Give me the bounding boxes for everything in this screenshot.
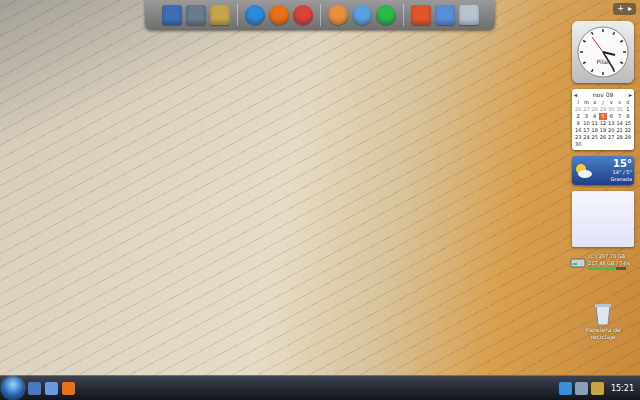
taskbar: 15:21 xyxy=(0,375,640,400)
calendar-day[interactable]: 30 xyxy=(574,141,582,148)
weather-gadget[interactable]: 15°14° / 5°Granada xyxy=(572,156,634,185)
weekday: d xyxy=(624,99,632,106)
drive-gadget[interactable]: (C:) 297.78 GB217.48 GB / 74% xyxy=(570,253,636,270)
drive-name: (C:) 297.78 GB xyxy=(588,253,630,260)
calendar-day[interactable]: 30 xyxy=(607,106,615,113)
start-button[interactable] xyxy=(2,377,24,399)
volume-icon[interactable] xyxy=(575,382,588,395)
city: Granada xyxy=(611,176,632,183)
app-icon[interactable] xyxy=(186,5,206,25)
app-icon[interactable] xyxy=(328,5,348,25)
calendar-day[interactable]: 29 xyxy=(624,134,632,141)
calendar-grid: lmxjvsd262728293031123456789101112131415… xyxy=(574,99,632,148)
calendar-month: nov 09 xyxy=(593,91,614,99)
clock-time[interactable]: 15:21 xyxy=(611,384,634,393)
prev-button[interactable]: ◂ xyxy=(574,91,577,99)
weekday: m xyxy=(582,99,590,106)
calendar-day[interactable]: 5 xyxy=(599,113,607,120)
weekday: j xyxy=(599,99,607,106)
show-desktop-icon[interactable] xyxy=(28,382,41,395)
tray-icon[interactable] xyxy=(591,382,604,395)
app-icon[interactable] xyxy=(459,5,479,25)
calendar-header: ◂ nov 09 ▸ xyxy=(574,91,632,99)
calendar-day[interactable]: 9 xyxy=(574,120,582,127)
calendar-day[interactable]: 28 xyxy=(591,106,599,113)
recycle-bin[interactable]: Papelera de reciclaje xyxy=(578,302,628,340)
calendar-day[interactable]: 18 xyxy=(591,127,599,134)
calendar-day[interactable]: 26 xyxy=(574,106,582,113)
drive-icon xyxy=(570,255,586,269)
calendar-day[interactable]: 28 xyxy=(615,134,623,141)
dock-divider xyxy=(237,4,238,26)
app-icon[interactable] xyxy=(293,5,313,25)
calendar-day[interactable]: 8 xyxy=(624,113,632,120)
calendar-day[interactable]: 22 xyxy=(624,127,632,134)
dock-divider xyxy=(320,4,321,26)
clock-gadget[interactable]: Pilar xyxy=(572,21,634,83)
calendar-day[interactable]: 29 xyxy=(599,106,607,113)
calendar-day[interactable]: 1 xyxy=(624,106,632,113)
browser-icon[interactable] xyxy=(62,382,75,395)
calendar-day[interactable]: 2 xyxy=(574,113,582,120)
drive-free: 217.48 GB / 74% xyxy=(588,260,630,267)
calendar-day[interactable]: 24 xyxy=(582,134,590,141)
temperature: 15° xyxy=(613,158,632,169)
weekday: s xyxy=(615,99,623,106)
network-icon[interactable] xyxy=(559,382,572,395)
app-icon[interactable] xyxy=(435,5,455,25)
calendar-day[interactable]: 13 xyxy=(607,120,615,127)
weekday: l xyxy=(574,99,582,106)
calendar-gadget[interactable]: ◂nov 09▸lmxjvsd2627282930311234567891011… xyxy=(572,89,634,150)
calendar-day[interactable]: 11 xyxy=(591,120,599,127)
recycle-bin-icon xyxy=(593,302,613,326)
app-icon[interactable] xyxy=(162,5,182,25)
drive-meter xyxy=(588,267,626,270)
calendar-day[interactable]: 31 xyxy=(615,106,623,113)
next-button[interactable]: ▸ xyxy=(629,91,632,99)
weekday: v xyxy=(607,99,615,106)
clock-icon xyxy=(576,25,630,79)
app-icon[interactable] xyxy=(411,5,431,25)
wallpaper-photo xyxy=(0,0,640,375)
sidebar-controls: +▸ xyxy=(613,3,636,15)
note-gadget[interactable] xyxy=(572,191,634,247)
clock-label: Pilar xyxy=(597,58,610,65)
sidebar-control[interactable]: + xyxy=(617,3,624,15)
calendar-day[interactable]: 14 xyxy=(615,120,623,127)
sidebar: +▸Pilar◂nov 09▸lmxjvsd262728293031123456… xyxy=(566,0,640,375)
sun-cloud-icon xyxy=(574,163,592,179)
calendar-day[interactable]: 26 xyxy=(599,134,607,141)
calendar-day[interactable]: 21 xyxy=(615,127,623,134)
calendar-day[interactable]: 17 xyxy=(582,127,590,134)
calendar-day[interactable]: 25 xyxy=(591,134,599,141)
calendar-day[interactable]: 15 xyxy=(624,120,632,127)
switch-windows-icon[interactable] xyxy=(45,382,58,395)
app-icon[interactable] xyxy=(352,5,372,25)
calendar-day[interactable]: 10 xyxy=(582,120,590,127)
recycle-bin-label: Papelera de reciclaje xyxy=(578,326,628,340)
system-tray: 15:21 xyxy=(559,382,634,395)
app-icon[interactable] xyxy=(245,5,265,25)
weekday: x xyxy=(591,99,599,106)
dock-divider xyxy=(403,4,404,26)
calendar-day[interactable]: 16 xyxy=(574,127,582,134)
app-icon[interactable] xyxy=(210,5,230,25)
calendar-day[interactable]: 3 xyxy=(582,113,590,120)
calendar-day[interactable]: 19 xyxy=(599,127,607,134)
calendar-day[interactable]: 23 xyxy=(574,134,582,141)
app-icon[interactable] xyxy=(376,5,396,25)
sidebar-control[interactable]: ▸ xyxy=(628,3,632,15)
calendar-day[interactable]: 4 xyxy=(591,113,599,120)
calendar-day[interactable]: 27 xyxy=(582,106,590,113)
desktop: +▸Pilar◂nov 09▸lmxjvsd262728293031123456… xyxy=(0,0,640,375)
dock xyxy=(145,0,495,30)
calendar-day[interactable]: 7 xyxy=(615,113,623,120)
calendar-day[interactable]: 6 xyxy=(607,113,615,120)
calendar-day[interactable]: 20 xyxy=(607,127,615,134)
screen: +▸Pilar◂nov 09▸lmxjvsd262728293031123456… xyxy=(0,0,640,400)
app-icon[interactable] xyxy=(269,5,289,25)
calendar-day[interactable]: 27 xyxy=(607,134,615,141)
calendar-day[interactable]: 12 xyxy=(599,120,607,127)
temperature-range: 14° / 5° xyxy=(613,169,632,176)
